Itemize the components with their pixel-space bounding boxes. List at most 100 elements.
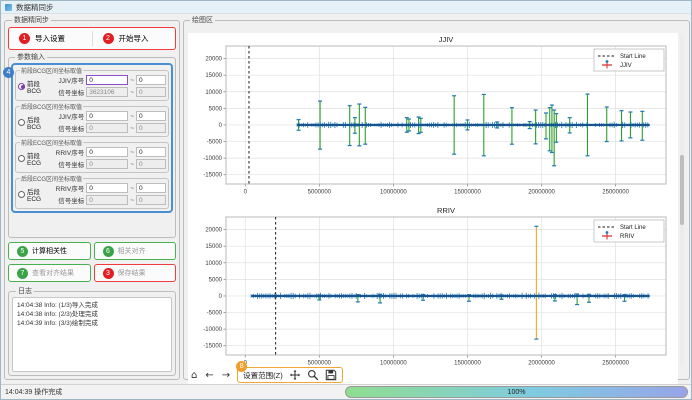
import-buttons-group: 1 导入设置 2 开始导入: [8, 27, 176, 50]
param-input-from[interactable]: [86, 159, 128, 169]
scrollbar-thumb[interactable]: [680, 155, 684, 225]
step-badge-3: 3: [103, 268, 114, 279]
radio-label: 后段BCG: [27, 114, 52, 131]
svg-text:Start Line: Start Line: [620, 54, 646, 60]
param-section-2: 后段BCG区间坐标取值后段BCGJJIV序号 ~ 信号坐标 ~: [15, 102, 169, 137]
action-button-3[interactable]: 7查看对齐结果: [8, 264, 91, 282]
step-badge-7: 7: [17, 268, 28, 279]
svg-text:JJIV: JJIV: [620, 63, 632, 69]
svg-text:5000: 5000: [209, 277, 223, 283]
param-field-label: JJIV序号: [54, 111, 84, 121]
param-input-to[interactable]: [136, 159, 166, 169]
radio-label: 前段ECG: [27, 150, 52, 167]
svg-text:-5000: -5000: [207, 311, 223, 317]
svg-text:15000000: 15000000: [454, 361, 481, 367]
param-input-from[interactable]: [86, 123, 128, 133]
param-input-from[interactable]: [86, 75, 128, 85]
radio-icon[interactable]: [18, 119, 25, 126]
progress-bar: 100%: [345, 386, 688, 398]
pan-icon[interactable]: [289, 369, 301, 381]
step-badge-1: 1: [19, 33, 30, 44]
svg-text:-5000: -5000: [207, 140, 223, 146]
status-bar: 14:04:39 操作完成 100%: [1, 384, 691, 399]
chart-rriv: -15000-10000-500005000100001500020000050…: [188, 204, 676, 375]
param-radio-3[interactable]: 前段ECG: [18, 150, 52, 167]
app-window: 数据精同步 数据精同步 1 导入设置 2 开始导入 参数输入 4 前段B: [0, 0, 692, 400]
chart-canvas: -15000-10000-500005000100001500020000050…: [188, 33, 678, 385]
param-section-4: 后段ECG区间坐标取值后段ECGRRIV序号~信号坐标~: [15, 174, 169, 209]
radio-icon[interactable]: [18, 191, 25, 198]
param-field-label: 信号坐标: [54, 123, 84, 133]
svg-text:10000000: 10000000: [380, 190, 407, 196]
action-button-4[interactable]: 3 保存结果: [94, 264, 177, 282]
sync-group: 数据精同步 1 导入设置 2 开始导入 参数输入 4 前段BCG区间坐标取值前段…: [4, 15, 180, 380]
start-import-button[interactable]: 2 开始导入: [93, 28, 176, 49]
window-title: 数据精同步: [16, 2, 54, 13]
back-arrow-icon[interactable]: ←: [204, 370, 214, 381]
start-import-label: 开始导入: [119, 33, 149, 44]
param-input-to[interactable]: [136, 147, 166, 157]
param-field-label: RRIV序号: [54, 147, 84, 157]
action-button-label: 计算相关性: [32, 246, 67, 256]
tilde-separator: ~: [130, 77, 134, 84]
param-input-from[interactable]: [86, 147, 128, 157]
param-input-from[interactable]: [86, 111, 128, 121]
svg-text:JJIV: JJIV: [439, 35, 454, 44]
param-input-to[interactable]: [136, 75, 166, 85]
action-button-2[interactable]: 6相关对齐: [94, 242, 177, 260]
svg-text:20000: 20000: [205, 228, 222, 234]
svg-text:-15000: -15000: [203, 344, 222, 350]
action-button-label: 保存结果: [118, 268, 146, 278]
param-radio-1[interactable]: 前段BCG: [18, 78, 52, 95]
param-field-label: JJIV序号: [54, 75, 84, 85]
set-range-button[interactable]: 设置范围(Z): [243, 370, 283, 381]
zoom-icon[interactable]: [307, 369, 319, 381]
import-settings-button[interactable]: 1 导入设置: [9, 28, 92, 49]
param-input-to[interactable]: [136, 123, 166, 133]
param-input-to[interactable]: [136, 111, 166, 121]
step-badge-2: 2: [103, 33, 114, 44]
param-input-row: RRIV序号~: [54, 147, 166, 157]
progress-value: 100%: [508, 389, 526, 396]
param-section-title: 后段BCG区间坐标取值: [20, 102, 83, 111]
param-input-to[interactable]: [136, 195, 166, 205]
chart-jjiv: -15000-10000-500005000100001500020000050…: [188, 33, 676, 204]
svg-text:RRIV: RRIV: [620, 234, 634, 240]
action-button-1[interactable]: 5计算相关性: [8, 242, 91, 260]
svg-text:-10000: -10000: [203, 327, 222, 333]
param-input-from[interactable]: [86, 87, 128, 97]
svg-text:25000000: 25000000: [602, 361, 629, 367]
svg-text:Start Line: Start Line: [620, 225, 646, 231]
svg-text:10000: 10000: [205, 261, 222, 267]
param-radio-4[interactable]: 后段ECG: [18, 186, 52, 203]
params-blue-box: 4 前段BCG区间坐标取值前段BCGJJIV序号~信号坐标~后段BCG区间坐标取…: [11, 63, 173, 213]
plot-area-group: 绘图区 -15000-10000-50000500010000150002000…: [183, 15, 690, 380]
radio-icon[interactable]: [18, 83, 25, 90]
param-radio-2[interactable]: 后段BCG: [18, 114, 52, 131]
save-icon[interactable]: [325, 369, 337, 381]
plot-area-title: 绘图区: [190, 15, 215, 25]
params-group: 参数输入 4 前段BCG区间坐标取值前段BCGJJIV序号~信号坐标~后段BCG…: [8, 52, 176, 238]
svg-text:10000000: 10000000: [380, 361, 407, 367]
param-input-to[interactable]: [136, 183, 166, 193]
param-input-from[interactable]: [86, 195, 128, 205]
chart-scrollbar[interactable]: [680, 35, 684, 365]
param-input-row: JJIV序号 ~: [54, 111, 166, 121]
param-field-label: 信号坐标: [54, 159, 84, 169]
forward-arrow-icon[interactable]: →: [221, 370, 231, 381]
log-entry: 14:04:38 Info: (2/3)处理完成: [17, 310, 167, 319]
radio-icon[interactable]: [18, 155, 25, 162]
step-badge-6: 6: [103, 246, 114, 257]
step-badge-4: 4: [3, 67, 14, 78]
home-icon[interactable]: ⌂: [190, 370, 198, 381]
tilde-separator: ~: [130, 113, 134, 120]
log-box[interactable]: 14:04:38 Info: (1/3)导入完成14:04:38 Info: (…: [12, 297, 172, 372]
param-sections: 前段BCG区间坐标取值前段BCGJJIV序号~信号坐标~后段BCG区间坐标取值后…: [15, 66, 169, 210]
action-row-2: 7查看对齐结果 3 保存结果: [8, 264, 176, 282]
svg-text:5000000: 5000000: [308, 190, 332, 196]
param-field-label: 信号坐标: [54, 195, 84, 205]
param-input-to[interactable]: [136, 87, 166, 97]
title-bar: 数据精同步: [1, 1, 691, 14]
main-content: 数据精同步 1 导入设置 2 开始导入 参数输入 4 前段BCG区间坐标取值前段…: [1, 14, 691, 384]
param-input-from[interactable]: [86, 183, 128, 193]
